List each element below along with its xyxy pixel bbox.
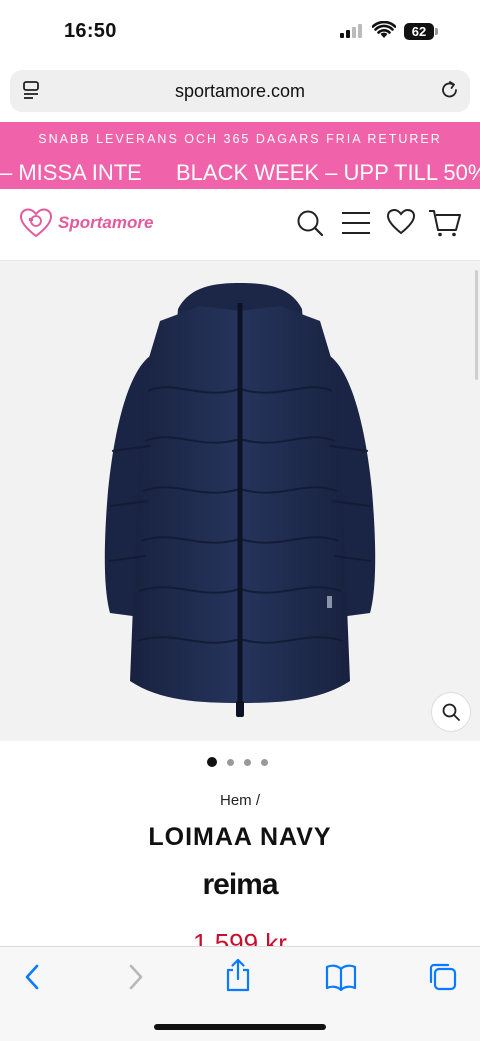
wifi-icon: [371, 20, 397, 44]
home-indicator: [154, 1024, 326, 1030]
promo-top-line: SNABB LEVERANS OCH 365 DAGARS FRIA RETUR…: [38, 132, 442, 146]
zoom-button[interactable]: [431, 692, 471, 732]
menu-icon[interactable]: [341, 206, 371, 243]
carousel-dot-2[interactable]: [227, 758, 234, 766]
zoom-icon: [442, 703, 460, 721]
jacket-image: [104, 283, 376, 717]
image-carousel-dots[interactable]: [207, 757, 268, 767]
carousel-dot-1[interactable]: [207, 757, 217, 767]
bookmarks-icon[interactable]: [325, 962, 357, 997]
brand-logo[interactable]: reima: [0, 868, 480, 902]
product-image[interactable]: [0, 261, 480, 741]
url-text[interactable]: sportamore.com: [0, 81, 480, 102]
carousel-dot-3[interactable]: [244, 758, 251, 766]
tabs-overview-icon[interactable]: [428, 962, 458, 997]
breadcrumb[interactable]: Hem /: [0, 792, 480, 809]
sportamore-logo[interactable]: Sportamore: [20, 208, 153, 238]
share-icon[interactable]: [225, 958, 251, 997]
cart-icon[interactable]: [428, 206, 462, 243]
promo-ticker-left: – MISSA INTE: [0, 160, 142, 185]
logo-text: Sportamore: [58, 213, 154, 232]
status-time: 16:50: [64, 20, 117, 42]
forward-icon[interactable]: [126, 962, 146, 997]
page-scroll-indicator: [475, 270, 478, 380]
product-title: LOIMAA NAVY: [148, 823, 332, 851]
back-icon[interactable]: [22, 962, 42, 997]
battery-tip: [435, 28, 438, 35]
wishlist-heart-icon[interactable]: [386, 206, 416, 243]
promo-ticker-right: BLACK WEEK – UPP TILL 50%: [176, 160, 480, 185]
carousel-dot-4[interactable]: [261, 758, 268, 766]
heart-logo-icon: [20, 208, 52, 238]
cellular-signal-icon: [340, 24, 362, 38]
search-icon[interactable]: [296, 206, 324, 243]
reload-icon[interactable]: [440, 79, 460, 106]
battery-icon: 62: [404, 23, 434, 40]
